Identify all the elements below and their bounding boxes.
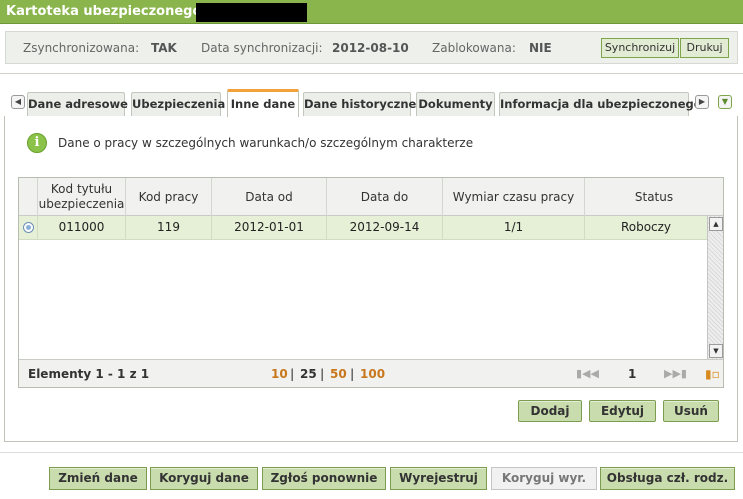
- elements-count: Elementy 1 - 1 z 1: [28, 367, 150, 381]
- cell-data-do: 2012-09-14: [326, 216, 442, 239]
- deregister-button[interactable]: Wyrejestruj: [390, 467, 487, 490]
- column-header-kod-tytulu[interactable]: Kod tytułu ubezpieczenia: [37, 178, 125, 216]
- divider: [0, 73, 743, 74]
- column-header-kod-pracy[interactable]: Kod pracy: [125, 178, 211, 216]
- correct-deregistration-button: Koryguj wyr.: [491, 467, 597, 490]
- edit-button[interactable]: Edytuj: [589, 400, 656, 422]
- info-message: i Dane o pracy w szczególnych warunkach/…: [27, 133, 527, 153]
- cell-status: Roboczy: [584, 216, 707, 239]
- last-page-icon[interactable]: ▶▶▮: [664, 367, 687, 380]
- cell-kod-tytulu: 011000: [37, 216, 125, 239]
- tab-dokumenty[interactable]: Dokumenty: [416, 92, 495, 116]
- column-header-wymiar[interactable]: Wymiar czasu pracy: [442, 178, 584, 216]
- synchronize-button[interactable]: Synchronizuj: [601, 38, 679, 58]
- tab-next-icon[interactable]: ▶: [695, 95, 709, 109]
- synchronized-label: Zsynchronizowana:: [23, 41, 140, 55]
- locked-label: Zablokowana:: [432, 41, 516, 55]
- bottom-divider: [0, 452, 743, 453]
- page-size-25[interactable]: 25: [300, 367, 317, 381]
- column-header-data-do[interactable]: Data do: [326, 178, 442, 216]
- tab-prev-icon[interactable]: ◀: [11, 95, 25, 109]
- sync-date-label: Data synchronizacji:: [201, 41, 323, 55]
- grid-vertical-scrollbar[interactable]: ▲ ▼: [707, 216, 723, 359]
- tab-inne-dane[interactable]: Inne dane: [227, 89, 299, 117]
- info-text: Dane o pracy w szczególnych warunkach/o …: [58, 136, 474, 150]
- first-page-icon[interactable]: ▮◀◀: [576, 367, 599, 380]
- table-row[interactable]: 011000 119 2012-01-01 2012-09-14 1/1 Rob…: [19, 216, 707, 240]
- sync-status-bar: Zsynchronizowana: TAK Data synchronizacj…: [5, 31, 738, 64]
- title-bar: Kartoteka ubezpieczonego -: [0, 0, 743, 24]
- scroll-down-icon[interactable]: ▼: [709, 344, 723, 358]
- tab-ubezpieczenia[interactable]: Ubezpieczenia: [131, 92, 225, 116]
- redacted-name-block: [196, 3, 307, 22]
- delete-button[interactable]: Usuń: [663, 400, 719, 422]
- grid-header: Kod tytułu ubezpieczenia Kod pracy Data …: [19, 178, 723, 216]
- scroll-up-icon[interactable]: ▲: [709, 217, 723, 231]
- change-data-button[interactable]: Zmień dane: [49, 467, 147, 490]
- synchronized-value: TAK: [151, 41, 177, 55]
- grid-pager: Elementy 1 - 1 z 1 10 | 25 | 50 | 100 ▮◀…: [19, 359, 723, 387]
- cell-wymiar: 1/1: [442, 216, 584, 239]
- locked-value: NIE: [529, 41, 552, 55]
- tab-menu-chevron-down-icon[interactable]: ▼: [718, 95, 732, 109]
- info-circle-icon: i: [27, 133, 47, 153]
- window-title: Kartoteka ubezpieczonego -: [6, 4, 212, 19]
- column-header-data-od[interactable]: Data od: [211, 178, 326, 216]
- page-size-50[interactable]: 50: [330, 367, 347, 381]
- data-grid: Kod tytułu ubezpieczenia Kod pracy Data …: [18, 177, 724, 388]
- page-size-10[interactable]: 10: [271, 367, 288, 381]
- current-page: 1: [628, 367, 637, 381]
- cell-kod-pracy: 119: [125, 216, 211, 239]
- correct-data-button[interactable]: Koryguj dane: [150, 467, 258, 490]
- resubmit-button[interactable]: Zgłoś ponownie: [262, 467, 386, 490]
- row-select-radio[interactable]: [23, 222, 34, 233]
- print-button[interactable]: Drukuj: [680, 38, 729, 58]
- child-support-button[interactable]: Obsługa czł. rodz.: [600, 467, 735, 490]
- tab-dane-historyczne[interactable]: Dane historyczne: [303, 92, 416, 116]
- export-icon[interactable]: ▮▫: [705, 367, 720, 381]
- cell-data-od: 2012-01-01: [211, 216, 326, 239]
- column-header-status[interactable]: Status: [584, 178, 723, 216]
- tab-informacja[interactable]: Informacja dla ubezpieczonego: [499, 92, 702, 116]
- page-size-100[interactable]: 100: [360, 367, 385, 381]
- add-button[interactable]: Dodaj: [518, 400, 582, 422]
- sync-date-value: 2012-08-10: [332, 41, 409, 55]
- tab-dane-adresowe[interactable]: Dane adresowe: [27, 92, 128, 116]
